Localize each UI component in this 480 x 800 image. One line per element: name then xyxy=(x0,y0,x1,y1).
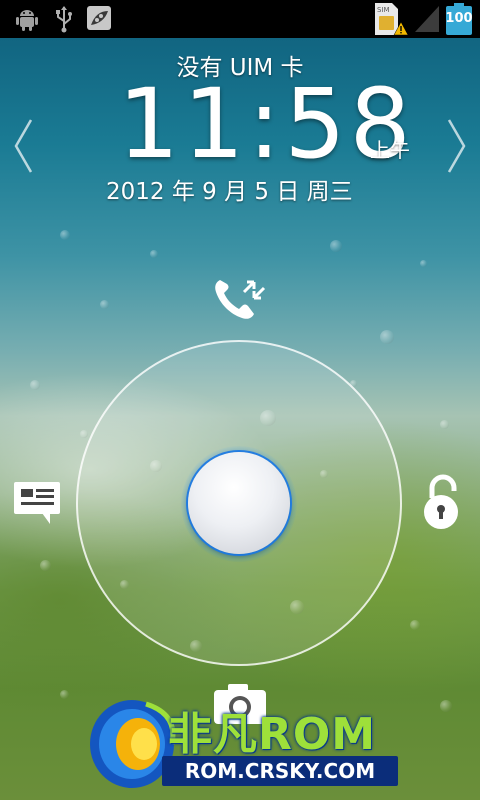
watermark-url: ROM.CRSKY.COM xyxy=(162,756,398,786)
crsky-rom-watermark: 非凡ROM ROM.CRSKY.COM xyxy=(86,690,406,800)
svg-text:SIM: SIM xyxy=(377,6,390,14)
message-icon[interactable] xyxy=(12,480,62,526)
clock-time: 11:58 xyxy=(118,68,415,180)
unlock-icon[interactable] xyxy=(420,474,466,530)
next-page-arrow-icon[interactable] xyxy=(446,118,468,174)
battery-icon: 100 xyxy=(445,3,473,35)
date-label: 2012 年 9 月 5 日 周三 xyxy=(106,179,353,205)
clock-ampm: 上午 xyxy=(370,138,410,162)
status-bar: SIM 100 xyxy=(0,0,480,38)
sim-warning-icon: SIM xyxy=(375,3,409,36)
lock-screen: SIM 100 没有 UIM 卡 11:58 上午 2012 年 9 月 5 日… xyxy=(0,0,480,800)
previous-page-arrow-icon[interactable] xyxy=(12,118,34,174)
watermark-name: 非凡ROM xyxy=(168,709,377,760)
usb-icon xyxy=(56,6,72,33)
android-debug-icon xyxy=(16,10,38,31)
pea-pod-app-icon xyxy=(87,6,111,30)
unlock-handle[interactable] xyxy=(188,452,290,554)
signal-icon xyxy=(415,6,439,32)
phone-call-icon[interactable] xyxy=(212,276,268,322)
battery-level: 100 xyxy=(445,11,473,26)
